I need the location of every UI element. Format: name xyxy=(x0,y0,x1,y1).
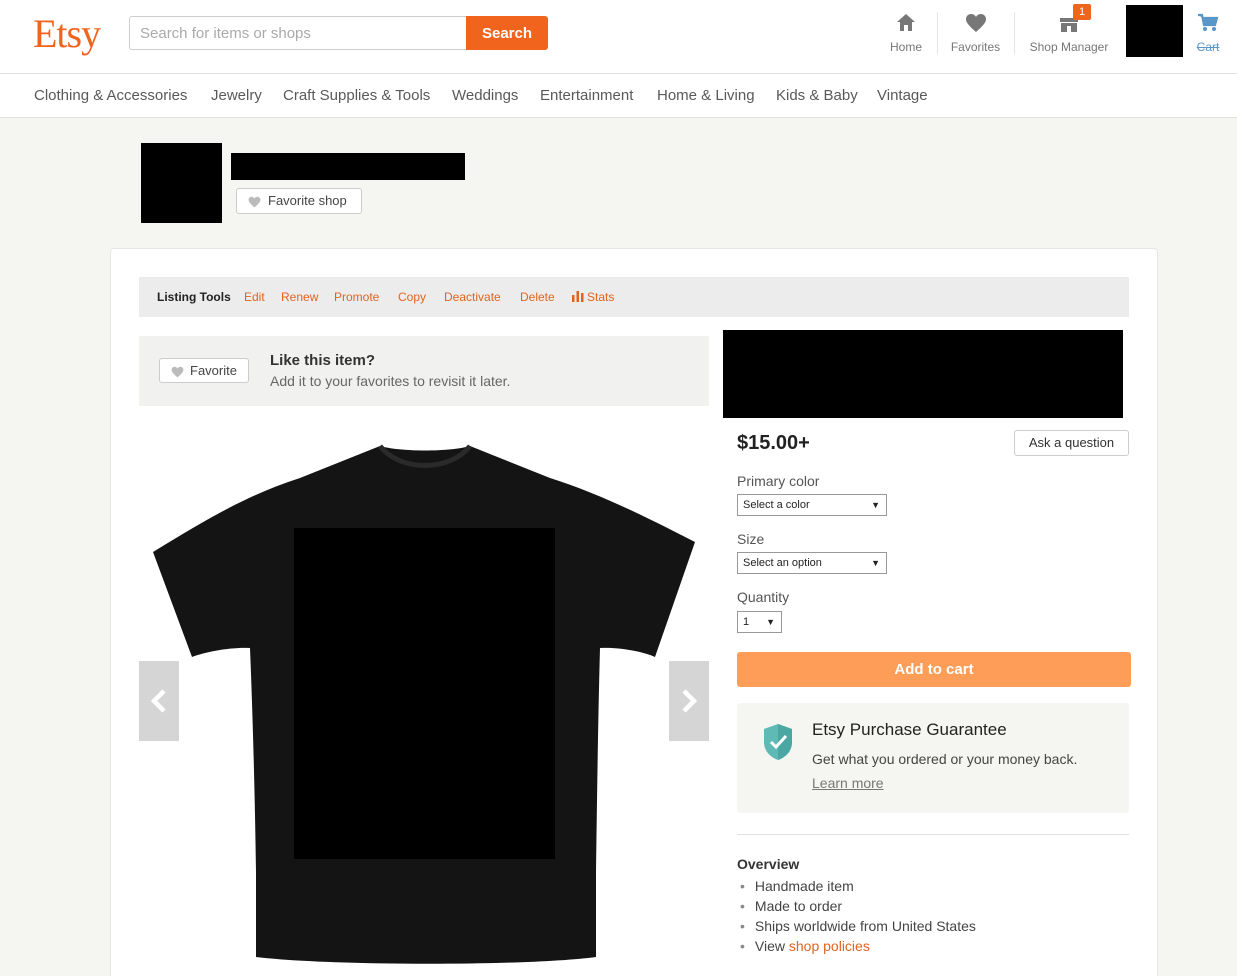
list-item: View shop policies xyxy=(740,936,976,956)
shop-manager-badge: 1 xyxy=(1073,4,1091,20)
chevron-down-icon: ▼ xyxy=(871,558,880,568)
favorite-shop-button[interactable]: Favorite shop xyxy=(236,188,362,214)
like-title: Like this item? xyxy=(270,352,376,369)
primary-color-value: Select a color xyxy=(743,499,810,511)
shop-avatar-redacted[interactable] xyxy=(141,143,222,223)
favorite-button[interactable]: Favorite xyxy=(159,358,249,383)
like-subtitle: Add it to your favorites to revisit it l… xyxy=(270,373,511,389)
nav-favorites[interactable]: Favorites xyxy=(948,10,1003,54)
heart-icon xyxy=(248,196,261,208)
category-link[interactable]: Weddings xyxy=(452,87,518,104)
shop-policies-link[interactable]: shop policies xyxy=(789,938,870,954)
category-link[interactable]: Jewelry xyxy=(211,87,262,104)
home-icon xyxy=(897,14,915,31)
category-link[interactable]: Craft Supplies & Tools xyxy=(283,87,430,104)
guarantee-subtitle: Get what you ordered or your money back. xyxy=(812,751,1078,767)
etsy-logo[interactable]: Etsy xyxy=(33,10,101,57)
overview-list: Handmade item Made to order Ships worldw… xyxy=(740,876,976,956)
nav-shop-manager[interactable]: Shop Manager xyxy=(1026,10,1112,54)
chevron-left-icon xyxy=(150,689,166,713)
nav-divider xyxy=(937,12,938,54)
category-link[interactable]: Entertainment xyxy=(540,87,633,104)
overview-title: Overview xyxy=(737,856,800,872)
heart-icon xyxy=(965,14,986,32)
size-select[interactable]: Select an option ▼ xyxy=(737,552,887,574)
nav-home[interactable]: Home xyxy=(887,10,925,54)
shield-check-icon xyxy=(764,724,792,760)
list-item: Ships worldwide from United States xyxy=(740,916,976,936)
nav-cart-label: Cart xyxy=(1196,40,1220,54)
site-header: Etsy Search Home Favorites Shop Manager … xyxy=(0,0,1237,74)
chevron-right-icon xyxy=(682,689,698,713)
deactivate-link[interactable]: Deactivate xyxy=(444,290,501,304)
policy-prefix: View xyxy=(754,938,785,954)
list-item: Handmade item xyxy=(740,876,976,896)
edit-link[interactable]: Edit xyxy=(244,290,265,304)
next-image-button[interactable] xyxy=(669,661,709,741)
delete-link[interactable]: Delete xyxy=(520,290,555,304)
quantity-value: 1 xyxy=(743,616,750,628)
list-item: Made to order xyxy=(740,896,976,916)
add-to-cart-button[interactable]: Add to cart xyxy=(737,652,1131,687)
favorite-button-label: Favorite xyxy=(190,363,237,378)
stats-link[interactable]: Stats xyxy=(587,290,614,304)
nav-divider xyxy=(1014,12,1015,54)
shop-name-redacted[interactable] xyxy=(231,153,465,180)
nav-favorites-label: Favorites xyxy=(950,40,1001,54)
size-label: Size xyxy=(737,531,765,547)
primary-color-select[interactable]: Select a color ▼ xyxy=(737,494,887,516)
copy-link[interactable]: Copy xyxy=(398,290,426,304)
renew-link[interactable]: Renew xyxy=(281,290,318,304)
size-value: Select an option xyxy=(743,557,822,569)
user-avatar[interactable] xyxy=(1126,5,1183,57)
cart-icon xyxy=(1198,13,1219,31)
prev-image-button[interactable] xyxy=(139,661,179,741)
ask-question-button[interactable]: Ask a question xyxy=(1014,430,1129,456)
listing-tools-bar: Listing Tools Edit Renew Promote Copy De… xyxy=(139,277,1129,317)
stats-icon xyxy=(572,291,584,302)
quantity-select[interactable]: 1 ▼ xyxy=(737,611,782,633)
chevron-down-icon: ▼ xyxy=(871,500,880,510)
category-link[interactable]: Clothing & Accessories xyxy=(34,87,187,104)
nav-shop-manager-label: Shop Manager xyxy=(1029,40,1109,54)
listing-title-redacted xyxy=(723,330,1123,418)
product-image-redacted xyxy=(294,528,555,859)
favorite-shop-label: Favorite shop xyxy=(268,193,347,208)
search-input[interactable] xyxy=(129,16,467,50)
price: $15.00+ xyxy=(737,432,810,454)
heart-icon xyxy=(171,366,184,378)
chevron-down-icon: ▼ xyxy=(766,617,775,627)
section-divider xyxy=(737,834,1129,835)
category-link[interactable]: Home & Living xyxy=(657,87,755,104)
guarantee-title: Etsy Purchase Guarantee xyxy=(812,720,1007,739)
promote-link[interactable]: Promote xyxy=(334,290,379,304)
primary-color-label: Primary color xyxy=(737,473,820,489)
quantity-label: Quantity xyxy=(737,589,790,605)
category-link[interactable]: Vintage xyxy=(877,87,928,104)
listing-tools-title: Listing Tools xyxy=(157,290,231,304)
category-nav: Clothing & Accessories Jewelry Craft Sup… xyxy=(0,74,1237,118)
learn-more-link[interactable]: Learn more xyxy=(812,775,884,791)
category-link[interactable]: Kids & Baby xyxy=(776,87,858,104)
nav-home-label: Home xyxy=(889,40,922,54)
nav-cart[interactable]: Cart xyxy=(1193,10,1223,54)
search-button[interactable]: Search xyxy=(466,16,548,50)
